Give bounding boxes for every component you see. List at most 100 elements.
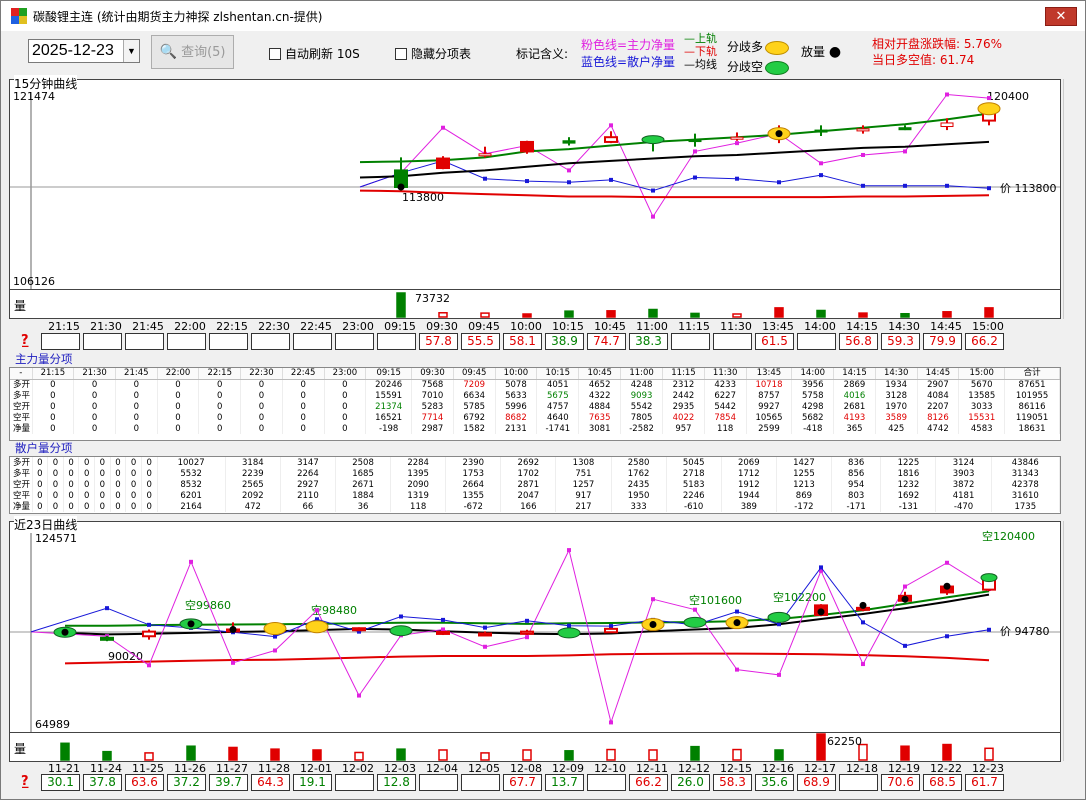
table-cell: 0 <box>73 390 116 401</box>
table-cell: 2246 <box>666 490 722 501</box>
volume-max-label: 73732 <box>415 292 450 305</box>
series-point <box>945 92 949 97</box>
title-bar: 碳酸锂主连 (统计由期货主力神探 zlshentan.cn-提供) ✕ <box>1 1 1085 31</box>
intraday-chart-panel: 15分钟曲线 121474 106126 价 113800 120400 113800 <box>9 75 1061 290</box>
table-cell: 多平 <box>10 468 33 479</box>
chevron-down-icon[interactable]: ▼ <box>123 40 139 62</box>
table-cell: 0 <box>157 379 200 390</box>
table-cell: 6227 <box>704 390 747 401</box>
table-cell: 0 <box>94 468 111 479</box>
series-point <box>483 625 487 630</box>
table-header: 23:00 <box>324 368 367 380</box>
table-cell: 9093 <box>620 390 664 401</box>
time-tick: 23:00 <box>342 320 374 333</box>
volume-bar <box>522 749 532 761</box>
table-cell: 0 <box>94 457 111 468</box>
table-cell: 0 <box>282 423 325 434</box>
volume-bar <box>606 310 616 318</box>
table-cell: 3184 <box>225 457 281 468</box>
series-point <box>567 548 571 553</box>
table-cell: 0 <box>32 490 49 501</box>
daily-volume-panel: 量 62250 <box>9 732 1061 762</box>
table-cell: 2580 <box>611 457 667 468</box>
candle-body <box>478 153 492 157</box>
scrollbar[interactable] <box>1063 521 1081 761</box>
table-cell: 2164 <box>157 501 226 512</box>
table-cell: 1816 <box>880 468 937 479</box>
table-row: 净量 0 0 0 0 0 0 0 0 -198 2987 1582 2131 -1741 3081 -2582… <box>10 423 1060 434</box>
checkbox-icon[interactable] <box>395 47 407 60</box>
table-cell: 836 <box>831 457 882 468</box>
series-point <box>777 180 781 185</box>
scrollbar[interactable] <box>1063 79 1081 319</box>
table-cell: 净量 <box>10 501 33 512</box>
table-cell: 2869 <box>833 379 876 390</box>
volume-bar <box>480 752 490 761</box>
series-point <box>315 608 319 613</box>
table-cell: 1712 <box>721 468 777 479</box>
table-cell: 0 <box>125 457 142 468</box>
table-cell: 8757 <box>746 390 793 401</box>
table-cell: 0 <box>282 390 325 401</box>
table-cell: 2069 <box>721 457 777 468</box>
table-cell: 0 <box>324 379 367 390</box>
table-cell: -418 <box>791 423 835 434</box>
date-select[interactable]: 2025-12-23 ▼ <box>28 39 140 63</box>
auto-refresh-checkbox[interactable]: 自动刷新 10S <box>269 45 360 62</box>
score-box: 59.3 <box>881 333 920 350</box>
close-button[interactable]: ✕ <box>1045 7 1077 26</box>
daily-axis: 11-21 11-24 11-25 11-26 11-27 11-28 12-01 12-02… <box>9 762 1061 800</box>
score-box <box>251 333 290 350</box>
checkbox-icon[interactable] <box>269 47 281 60</box>
table-cell: 0 <box>115 423 158 434</box>
table-cell: 7805 <box>620 412 664 423</box>
series-point <box>819 161 823 166</box>
score-box <box>335 333 374 350</box>
series-point <box>273 634 277 639</box>
stats-box: 相对开盘涨跌幅: 5.76% 当日多空值: 61.74 <box>872 36 1002 68</box>
retail-table: 多开 0 0 0 0 0 0 0 0 10027 3184 3147 2508 2284 2390 2692 1… <box>10 457 1061 512</box>
series-point <box>861 620 865 625</box>
table-cell: -171 <box>831 501 882 512</box>
table-cell: 2264 <box>280 468 336 479</box>
table-cell: 0 <box>198 423 242 434</box>
table-header: 11:00 <box>620 368 664 380</box>
table-cell: 0 <box>78 468 95 479</box>
table-header: 14:30 <box>875 368 918 380</box>
series-point <box>609 624 613 629</box>
table-cell: 4051 <box>536 379 580 390</box>
table-cell: 3589 <box>875 412 918 423</box>
table-cell: 36 <box>335 501 392 512</box>
main-table-title: 主力量分项 <box>15 352 73 366</box>
score-box: 67.7 <box>503 774 542 791</box>
table-cell: 0 <box>63 457 80 468</box>
table-cell: 2390 <box>445 457 502 468</box>
time-tick: 11:30 <box>720 320 752 333</box>
table-cell: 31343 <box>991 468 1061 479</box>
table-cell: 0 <box>125 501 142 512</box>
score-box <box>671 333 710 350</box>
series-point <box>819 173 823 178</box>
table-cell: 1762 <box>611 468 667 479</box>
div-short-marker <box>683 616 707 628</box>
help-icon[interactable]: ?̲ <box>21 333 29 348</box>
series-point <box>483 176 487 181</box>
score-box <box>83 333 122 350</box>
series-point <box>567 168 571 173</box>
time-tick: 09:45 <box>468 320 500 333</box>
score-box: 13.7 <box>545 774 584 791</box>
table-cell: 0 <box>110 468 127 479</box>
volume-bar <box>60 742 70 761</box>
candle-body <box>940 122 954 128</box>
hide-table-checkbox[interactable]: 隐藏分项表 <box>395 45 471 62</box>
hide-table-label: 隐藏分项表 <box>411 47 472 61</box>
table-cell: 0 <box>63 479 80 490</box>
table-cell: 2907 <box>917 379 960 390</box>
div-short-legend: 分歧空 <box>727 60 764 74</box>
time-tick: 22:15 <box>216 320 248 333</box>
volume-bar <box>312 749 322 761</box>
volume-bar <box>942 743 952 761</box>
y-max-label: 124571 <box>35 532 77 545</box>
query-button[interactable]: 🔍 查询(5) <box>151 35 234 69</box>
help-icon[interactable]: ?̲ <box>21 774 29 789</box>
